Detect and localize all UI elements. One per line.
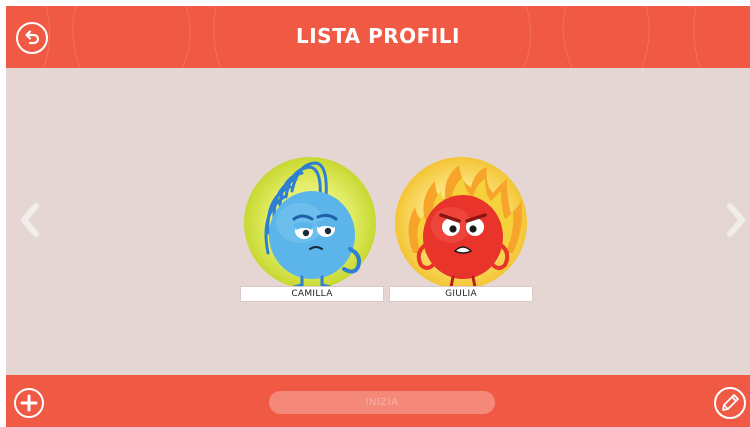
profile-name-label: GIULIA — [389, 286, 533, 302]
pencil-icon — [722, 394, 739, 411]
fire-avatar — [395, 157, 527, 291]
header-bar: LISTA PROFILI — [6, 6, 750, 68]
water-drop-avatar — [244, 157, 376, 289]
start-button[interactable]: INIZIA — [269, 391, 495, 414]
add-profile-button[interactable] — [14, 388, 44, 418]
edit-profiles-button[interactable] — [714, 387, 746, 419]
chevron-left-icon[interactable] — [18, 202, 42, 238]
profile-card-camilla[interactable]: CAMILLA — [240, 157, 386, 303]
profile-card-giulia[interactable]: GIULIA — [389, 157, 535, 303]
profiles-area: CAMILLA GIULIA — [6, 68, 750, 375]
plus-icon — [20, 394, 38, 412]
footer-bar: INIZIA — [6, 375, 750, 427]
page-title: LISTA PROFILI — [296, 24, 460, 48]
profile-name-label: CAMILLA — [240, 286, 384, 302]
profile-list-screen: LISTA PROFILI CAMILLA GIULIA INIZIA — [0, 0, 750, 427]
chevron-right-icon[interactable] — [724, 202, 748, 238]
